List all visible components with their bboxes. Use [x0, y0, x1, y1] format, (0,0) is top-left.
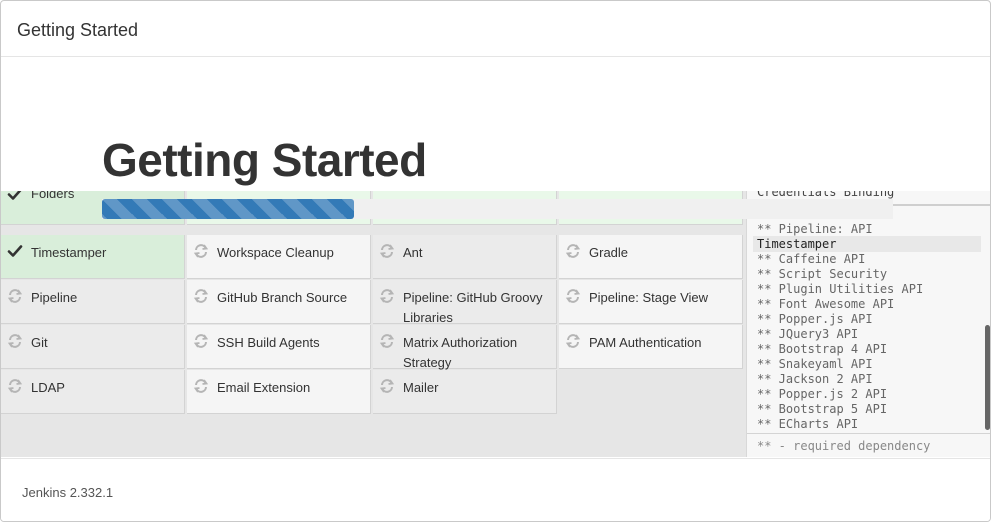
plugin-tile: SSH Build Agents: [187, 325, 371, 369]
plugin-tile: GitHub Branch Source: [187, 280, 371, 324]
log-line: ** Bootstrap 5 API: [757, 402, 888, 416]
refresh-icon: [565, 333, 581, 349]
plugin-install-grid: FoldersFormatterTimestamperWorkspace Cle…: [1, 191, 746, 457]
log-line: ** Plugin Utilities API: [757, 282, 924, 296]
setup-wizard-dialog: Getting Started FoldersFormatterTimestam…: [0, 0, 991, 522]
refresh-icon: [379, 333, 395, 349]
refresh-icon: [565, 243, 581, 259]
plugin-tile: PAM Authentication: [559, 325, 743, 369]
plugin-name: Pipeline: GitHub Groovy Libraries: [403, 290, 543, 325]
plugin-name: Matrix Authorization Strategy: [403, 335, 518, 370]
plugin-name: LDAP: [31, 380, 65, 395]
dialog-title: Getting Started: [17, 20, 139, 40]
dialog-header: Getting Started: [1, 1, 990, 57]
plugin-name: Gradle: [589, 245, 629, 260]
plugin-name: Timestamper: [31, 245, 107, 260]
log-line: ** Script Security: [757, 267, 888, 281]
checkmark-icon: [7, 243, 23, 259]
refresh-icon: [193, 288, 209, 304]
refresh-icon: [193, 333, 209, 349]
plugin-name: Ant: [403, 245, 423, 260]
refresh-icon: [379, 243, 395, 259]
page-title: Getting Started: [102, 134, 427, 186]
checkmark-icon: [7, 191, 23, 202]
plugin-name: Pipeline: Stage View: [589, 290, 709, 305]
plugin-tile: Mailer: [373, 370, 557, 414]
log-partial-line: Credentials Binding: [757, 191, 895, 199]
plugin-name: SSH Build Agents: [217, 335, 320, 350]
plugin-tile: Pipeline: GitHub Groovy Libraries: [373, 280, 557, 325]
plugin-name: Git: [31, 335, 48, 350]
log-legend-text: ** - required dependency: [757, 439, 931, 453]
plugin-name: Mailer: [403, 380, 439, 395]
log-line: ** Snakeyaml API: [757, 357, 873, 371]
log-scrollbar[interactable]: [985, 325, 990, 430]
plugin-name: GitHub Branch Source: [217, 290, 348, 305]
install-log-panel[interactable]: Credentials Binding ** Pipeline: API Time…: [746, 191, 990, 457]
log-line: Timestamper: [757, 237, 837, 251]
plugin-name: Pipeline: [31, 290, 78, 305]
log-legend: ** - required dependency: [747, 433, 990, 457]
dialog-footer: Jenkins 2.332.1: [1, 458, 990, 521]
plugin-tile: Timestamper: [1, 235, 185, 279]
progress-fill: [102, 199, 354, 219]
plugin-tile: Matrix Authorization Strategy: [373, 325, 557, 370]
install-progress-bar: [102, 199, 893, 219]
refresh-icon: [379, 378, 395, 394]
jenkins-version: Jenkins 2.332.1: [22, 485, 114, 500]
refresh-icon: [565, 288, 581, 304]
plugin-tile: Ant: [373, 235, 557, 279]
refresh-icon: [193, 378, 209, 394]
plugin-tile: Pipeline: [1, 280, 185, 324]
log-line: ** ECharts API: [757, 417, 859, 431]
plugin-tile: Email Extension: [187, 370, 371, 414]
refresh-icon: [7, 333, 23, 349]
log-line: ** JQuery3 API: [757, 327, 859, 341]
plugin-tile: Gradle: [559, 235, 743, 279]
plugin-name: PAM Authentication: [589, 335, 702, 350]
refresh-icon: [379, 288, 395, 304]
plugin-name: Email Extension: [217, 380, 311, 395]
log-line: ** Jackson 2 API: [757, 372, 873, 386]
log-line: ** Popper.js 2 API: [757, 387, 888, 401]
plugin-tile: LDAP: [1, 370, 185, 414]
plugin-tile: Git: [1, 325, 185, 369]
refresh-icon: [193, 243, 209, 259]
log-line: ** Pipeline: API: [757, 222, 873, 236]
refresh-icon: [7, 288, 23, 304]
plugin-name: Workspace Cleanup: [217, 245, 334, 260]
plugin-tile: Pipeline: Stage View: [559, 280, 743, 324]
plugin-tile: Workspace Cleanup: [187, 235, 371, 279]
log-line: ** Caffeine API: [757, 252, 866, 266]
log-line: ** Font Awesome API: [757, 297, 895, 311]
log-line: ** Popper.js API: [757, 312, 873, 326]
refresh-icon: [7, 378, 23, 394]
log-line: ** Bootstrap 4 API: [757, 342, 888, 356]
